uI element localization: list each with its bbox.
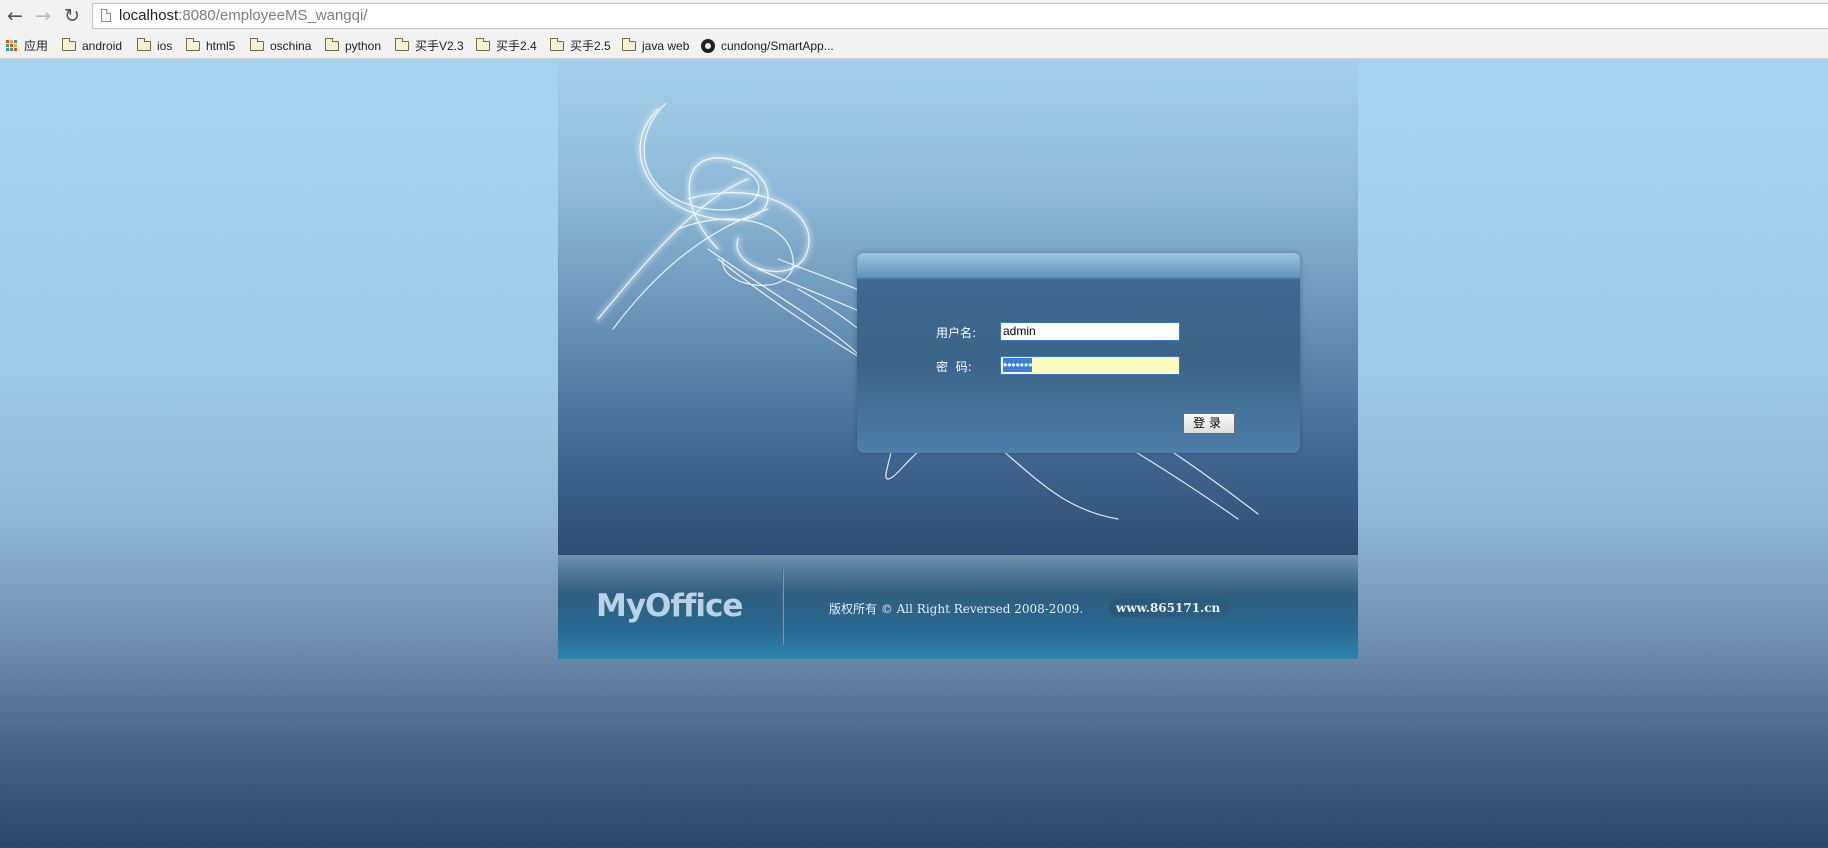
- bookmark-folder-java-web[interactable]: java web: [622, 37, 689, 54]
- bookmark-folder-python[interactable]: python: [325, 37, 381, 54]
- url-text[interactable]: localhost:8080/employeeMS_wangqi/: [119, 7, 368, 25]
- folder-icon: [186, 37, 200, 51]
- folder-icon: [476, 37, 490, 51]
- bookmark-label: java web: [642, 38, 690, 53]
- bookmark-folder-maishou-25[interactable]: 买手2.5: [550, 37, 611, 54]
- username-input[interactable]: admin: [1000, 322, 1180, 341]
- bookmark-folder-ios[interactable]: ios: [137, 37, 172, 54]
- page-icon: [101, 9, 111, 22]
- bookmark-label: python: [345, 38, 382, 53]
- password-masked-value: •••••••: [1003, 358, 1033, 372]
- bookmark-folder-html5[interactable]: html5: [186, 37, 235, 54]
- bookmark-label: ios: [157, 38, 173, 53]
- login-stage: 用户名: admin 密 码: ••••••• 登录 MyOffice 版权所有…: [558, 59, 1358, 659]
- folder-icon: [250, 37, 264, 51]
- folder-icon: [622, 37, 636, 51]
- folder-icon: [395, 37, 409, 51]
- footer-divider: [782, 569, 784, 645]
- username-label: 用户名:: [936, 326, 977, 340]
- reload-icon[interactable]: ↻: [61, 5, 83, 27]
- forward-arrow-icon[interactable]: →: [32, 5, 54, 27]
- back-arrow-icon[interactable]: ←: [4, 5, 26, 27]
- bookmark-label: 买手2.5: [570, 39, 611, 53]
- bookmarks-bar: 应用 android ios html5 oschina python 买手V2…: [0, 33, 1828, 59]
- address-bar[interactable]: localhost:8080/employeeMS_wangqi/: [92, 3, 1828, 29]
- bookmark-github-smartapp[interactable]: cundong/SmartApp...: [701, 37, 834, 54]
- folder-icon: [325, 37, 339, 51]
- bookmark-label: android: [82, 38, 123, 53]
- bookmark-folder-oschina[interactable]: oschina: [250, 37, 311, 54]
- myoffice-logo: MyOffice: [596, 588, 743, 624]
- password-label: 密 码:: [936, 360, 972, 374]
- folder-icon: [62, 37, 76, 51]
- bookmark-label: 买手2.4: [496, 39, 537, 53]
- folder-icon: [137, 37, 151, 51]
- folder-icon: [550, 37, 564, 51]
- bookmark-label: 应用: [24, 39, 49, 53]
- login-panel: 用户名: admin 密 码: ••••••• 登录: [857, 253, 1300, 453]
- copyright-text: 版权所有 © All Right Reversed 2008-2009.: [829, 602, 1084, 616]
- bookmark-label: oschina: [270, 38, 312, 53]
- password-input[interactable]: •••••••: [1000, 356, 1180, 375]
- github-icon: [701, 38, 715, 53]
- bookmark-folder-android[interactable]: android: [62, 37, 122, 54]
- bookmark-apps[interactable]: 应用: [6, 37, 48, 54]
- bookmark-folder-maishou-24[interactable]: 买手2.4: [476, 37, 537, 54]
- apps-icon: [6, 40, 17, 51]
- bookmark-label: cundong/SmartApp...: [721, 38, 834, 53]
- browser-toolbar: ← → ↻ localhost:8080/employeeMS_wangqi/: [0, 0, 1828, 33]
- bookmark-folder-maishou-v23[interactable]: 买手V2.3: [395, 37, 464, 54]
- login-button[interactable]: 登录: [1183, 413, 1235, 434]
- bookmark-label: 买手V2.3: [415, 39, 464, 53]
- bookmark-label: html5: [206, 38, 236, 53]
- footer: MyOffice 版权所有 © All Right Reversed 2008-…: [558, 555, 1358, 659]
- site-link[interactable]: www.865171.cn: [1108, 599, 1231, 617]
